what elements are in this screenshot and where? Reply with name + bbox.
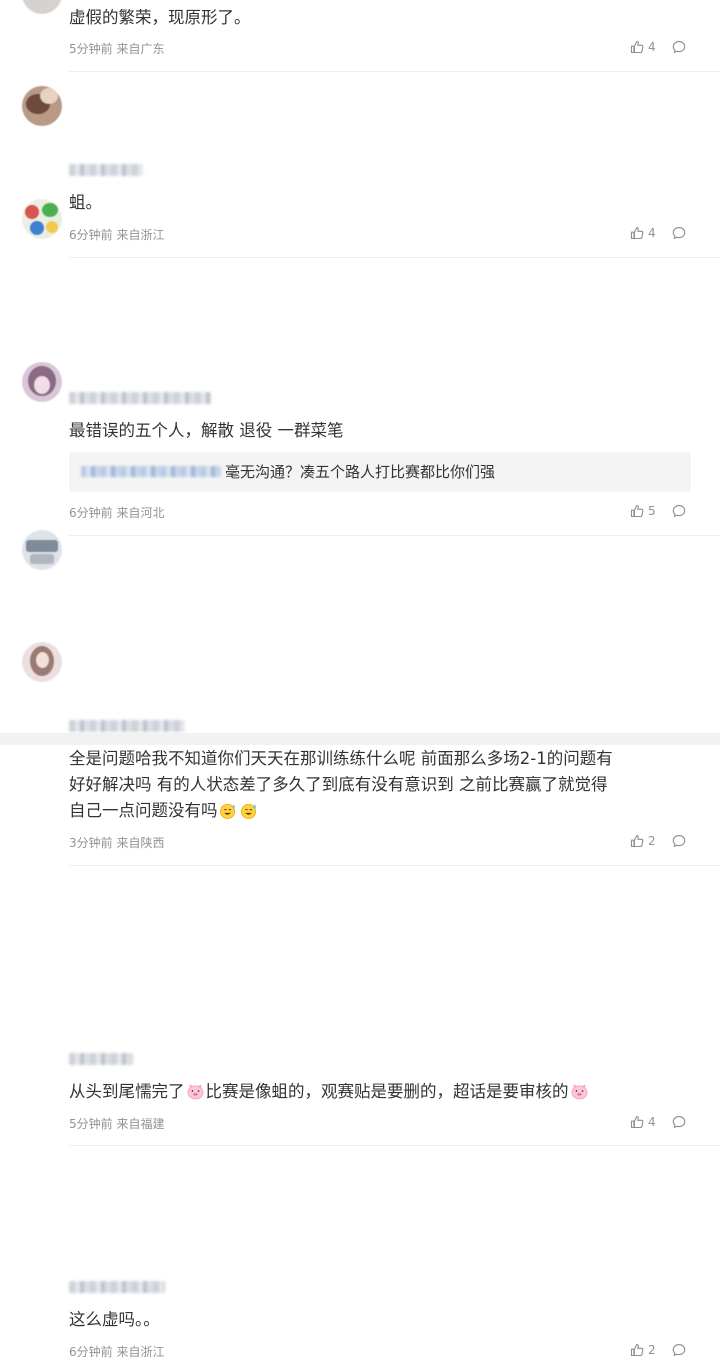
comment-item: 最错误的五个人，解散 退役 一群菜笔 毫无沟通？凑五个路人打比赛都比你们强 6分… [0,186,720,536]
avatar[interactable] [22,530,62,570]
sweat-smile-emoji [219,802,238,819]
like-button[interactable]: 2 [630,834,660,848]
comment-text-line-last: 自己一点问题没有吗 [69,798,694,824]
comment-meta: 5分钟前 来自福建 [69,1117,165,1131]
comment-item: 这么虚吗。。 6分钟前 来自浙江 2 [0,630,720,1359]
comment-item: 虚假的繁荣，现原形了。 5分钟前 来自广东 4 [0,0,720,72]
avatar[interactable] [22,199,62,239]
comment-text: 从头到尾懦完了 比赛是像蛆的，观赛贴是要删的，超话是要审核的 [69,1079,694,1105]
pig-face-emoji [570,1083,589,1100]
like-count: 2 [648,834,656,848]
avatar[interactable] [22,86,62,126]
like-button[interactable]: 4 [630,1115,660,1129]
like-button[interactable]: 4 [630,40,660,54]
sweat-smile-emoji [240,802,259,819]
comment-text: 虚假的繁荣，现原形了。 [69,8,251,27]
comment-text-segment: 自己一点问题没有吗 [69,801,218,820]
comment-bubble-icon[interactable] [672,1343,686,1357]
thumbs-up-icon [630,1343,644,1357]
page-bottom-border [0,733,720,745]
username[interactable] [69,1053,133,1065]
comment-text: 全是问题哈我不知道你们天天在那训练练什么呢 前面那么多场2-1的问题有 好好解决… [69,746,694,824]
comment-meta: 3分钟前 来自陕西 [69,836,165,850]
comment-bubble-icon[interactable] [672,1115,686,1129]
comment-meta: 5分钟前 来自广东 [69,42,165,56]
divider [69,865,720,866]
pig-face-emoji [186,1083,205,1100]
comment-text-line: 好好解决吗 有的人状态差了多久了到底有没有意识到 之前比赛赢了就觉得 [69,775,608,794]
divider [69,1145,720,1146]
thumbs-up-icon [630,1115,644,1129]
comment-bubble-icon[interactable] [672,834,686,848]
like-count: 4 [648,40,656,54]
avatar[interactable] [22,642,62,682]
avatar[interactable] [22,0,62,14]
comment-text-segment: 比赛是像蛆的，观赛贴是要删的，超话是要审核的 [205,1082,569,1101]
comment-item: 蛆。 6分钟前 来自浙江 4 [0,72,720,258]
like-count: 2 [648,1343,656,1357]
like-count: 4 [648,1115,656,1129]
username[interactable] [69,164,143,176]
comment-meta: 6分钟前 来自浙江 [69,1345,165,1359]
like-button[interactable]: 2 [630,1343,660,1357]
avatar[interactable] [22,362,62,402]
thumbs-up-icon [630,40,644,54]
comment-text-line: 全是问题哈我不知道你们天天在那训练练什么呢 前面那么多场2-1的问题有 [69,749,613,768]
comment-text: 这么虚吗。。 [69,1310,160,1329]
comment-item: 全是问题哈我不知道你们天天在那训练练什么呢 前面那么多场2-1的问题有 好好解决… [0,350,720,866]
comment-text-segment: 从头到尾懦完了 [69,1082,185,1101]
username[interactable] [69,1281,165,1293]
thumbs-up-icon [630,834,644,848]
comment-bubble-icon[interactable] [672,40,686,54]
comment-item: 从头到尾懦完了 比赛是像蛆的，观赛贴是要删的，超话是要审核的 5分钟前 来自福建 … [0,516,720,1146]
